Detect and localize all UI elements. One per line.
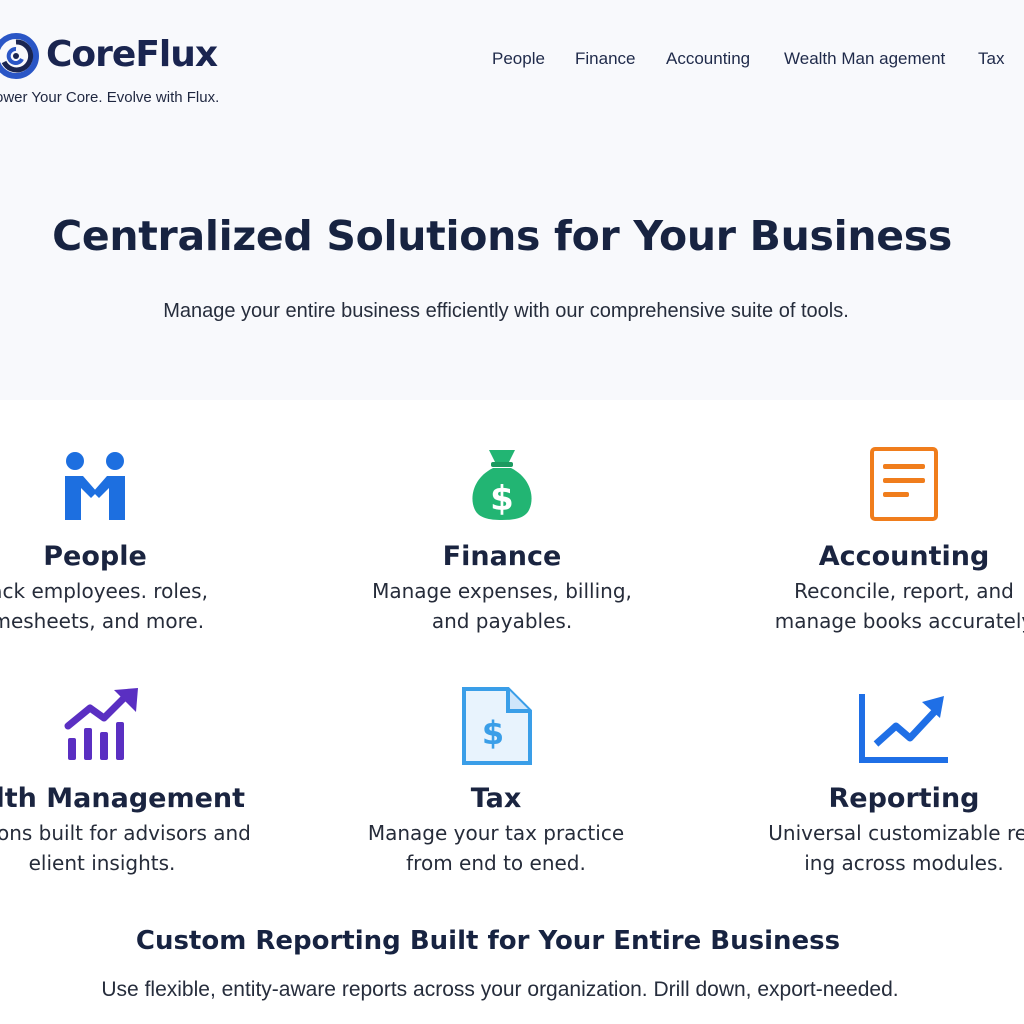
nav-item-finance[interactable]: Finance (575, 49, 635, 69)
feature-card-accounting[interactable]: Accounting Reconcile, report, and manage… (744, 446, 1024, 636)
nav-item-accounting[interactable]: Accounting (666, 49, 750, 69)
feature-title: ealth Management (0, 783, 246, 814)
nav-item-people[interactable]: People (492, 49, 545, 69)
feature-description: Universal customizable rep ing across mo… (768, 821, 1024, 875)
feature-title: Accounting (818, 541, 990, 572)
brand-name[interactable]: CoreFlux (46, 34, 218, 75)
handshake-people-icon (0, 446, 255, 526)
section-title: Custom Reporting Built for Your Entire B… (135, 926, 841, 956)
feature-description: Reconcile, report, and manage books accu… (774, 579, 1024, 633)
feature-card-tax[interactable]: $ Tax Manage your tax practice from end … (336, 686, 656, 878)
hero-title: Centralized Solutions for Your Business (52, 212, 952, 260)
logo[interactable] (0, 28, 40, 88)
growth-chart-icon (0, 686, 262, 770)
feature-description: Manage expenses, billing, and payables. (372, 579, 632, 633)
document-list-icon (744, 446, 1024, 526)
brand-tagline: ower Your Core. Evolve with Flux. (0, 89, 220, 106)
tax-document-icon: $ (336, 686, 656, 770)
feature-description: olutions built for advisors and elient i… (0, 821, 251, 875)
money-bag-icon: $ (342, 446, 662, 526)
feature-title: Reporting (828, 783, 980, 814)
nav-item-tax[interactable]: Tax (978, 49, 1004, 69)
trend-line-icon (744, 686, 1024, 770)
svg-text:$: $ (482, 714, 504, 752)
svg-text:$: $ (490, 479, 514, 519)
feature-title: Tax (470, 783, 522, 814)
nav-item-wealth-management[interactable]: Wealth Man agement (784, 49, 945, 69)
hero-subtitle: Manage your entire business efficiently … (163, 300, 849, 322)
feature-title: People (43, 541, 147, 572)
feature-card-reporting[interactable]: Reporting Universal customizable rep ing… (744, 686, 1024, 878)
feature-description: rack employees. roles, imesheets, and mo… (0, 579, 208, 633)
section-subtitle: Use flexible, entity-aware reports acros… (101, 978, 899, 1001)
feature-card-finance[interactable]: $ Finance Manage expenses, billing, and … (342, 446, 662, 636)
feature-card-wealth-management[interactable]: ealth Management olutions built for advi… (0, 686, 262, 878)
feature-title: Finance (442, 541, 562, 572)
feature-card-people[interactable]: People rack employees. roles, imesheets,… (0, 446, 255, 636)
swirl-logo-icon (0, 28, 40, 88)
feature-description: Manage your tax practice from end to ene… (367, 821, 625, 875)
